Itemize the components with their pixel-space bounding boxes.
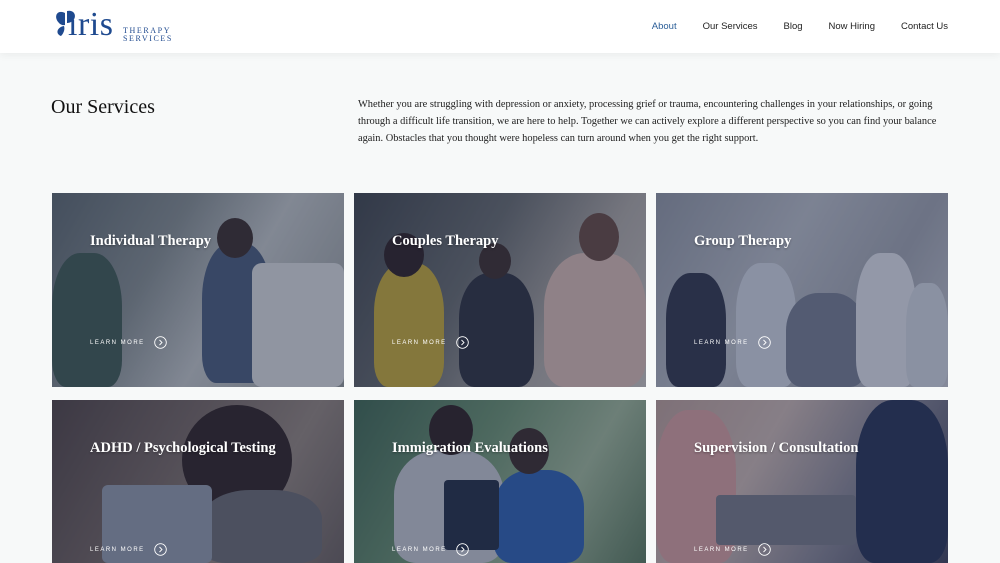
learn-more-link[interactable]: LEARN MORE — [694, 336, 771, 349]
service-card-immigration-evaluations[interactable]: Immigration Evaluations LEARN MORE — [354, 400, 646, 563]
nav-item-now-hiring[interactable]: Now Hiring — [829, 21, 875, 32]
nav-item-about[interactable]: About — [652, 21, 677, 32]
page-title: Our Services — [51, 96, 155, 118]
learn-more-link[interactable]: LEARN MORE — [392, 543, 469, 556]
card-title: Group Therapy — [694, 233, 792, 249]
service-card-adhd-psychological-testing[interactable]: ADHD / Psychological Testing LEARN MORE — [52, 400, 344, 563]
logo-wordmark: iris — [68, 6, 114, 43]
service-card-couples-therapy[interactable]: Couples Therapy LEARN MORE — [354, 193, 646, 387]
learn-more-link[interactable]: LEARN MORE — [90, 336, 167, 349]
nav-item-contact-us[interactable]: Contact Us — [901, 21, 948, 32]
chevron-right-circle-icon — [455, 336, 469, 349]
learn-more-link[interactable]: LEARN MORE — [392, 336, 469, 349]
card-title: Immigration Evaluations — [392, 440, 548, 456]
learn-more-link[interactable]: LEARN MORE — [694, 543, 771, 556]
chevron-right-circle-icon — [757, 543, 771, 556]
service-card-individual-therapy[interactable]: Individual Therapy LEARN MORE — [52, 193, 344, 387]
card-title: Supervision / Consultation — [694, 440, 859, 456]
chevron-right-circle-icon — [153, 336, 167, 349]
card-title: Individual Therapy — [90, 233, 212, 249]
main-nav: About Our Services Blog Now Hiring Conta… — [652, 0, 948, 53]
chevron-right-circle-icon — [757, 336, 771, 349]
service-card-supervision-consultation[interactable]: Supervision / Consultation LEARN MORE — [656, 400, 948, 563]
logo[interactable]: iris THERAPY SERVICES — [51, 6, 176, 45]
service-card-group-therapy[interactable]: Group Therapy LEARN MORE — [656, 193, 948, 387]
card-title: Couples Therapy — [392, 233, 499, 249]
card-title: ADHD / Psychological Testing — [90, 440, 276, 456]
site-header: iris THERAPY SERVICES About Our Services… — [0, 0, 1000, 53]
logo-subtitle: THERAPY SERVICES — [123, 26, 173, 43]
intro-text: Whether you are struggling with depressi… — [358, 99, 937, 144]
nav-item-blog[interactable]: Blog — [784, 21, 803, 32]
chevron-right-circle-icon — [455, 543, 469, 556]
chevron-right-circle-icon — [153, 543, 167, 556]
learn-more-link[interactable]: LEARN MORE — [90, 543, 167, 556]
nav-item-our-services[interactable]: Our Services — [703, 21, 758, 32]
